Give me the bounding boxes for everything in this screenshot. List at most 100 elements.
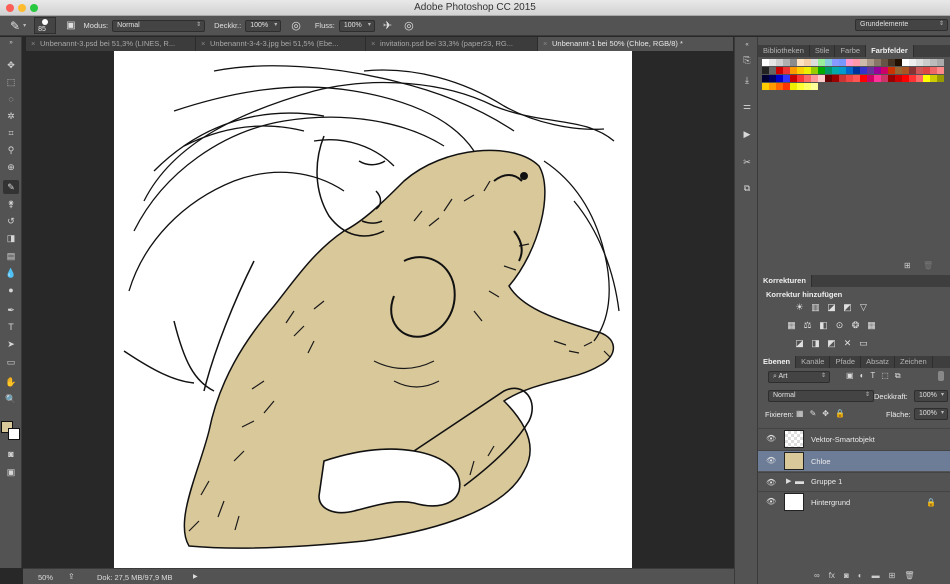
color-lookup-icon[interactable]: ▦ (866, 320, 877, 330)
opacity-field[interactable]: 100% ▾ (245, 19, 282, 32)
color-swatch[interactable] (937, 59, 944, 66)
dodge-tool-icon[interactable]: ● (3, 283, 19, 297)
visibility-eye-icon[interactable]: 👁 (766, 456, 776, 465)
color-swatch[interactable] (916, 59, 923, 66)
expand-arrow-icon[interactable]: ▶ (786, 477, 791, 485)
layer-row[interactable]: 👁 Hintergrund 🔒 (758, 491, 950, 514)
blend-mode-dropdown[interactable]: Normal ⇕ (768, 390, 874, 402)
color-swatch[interactable] (902, 59, 909, 66)
trash-icon[interactable]: 🗑 (904, 571, 914, 580)
screen-mode-icon[interactable]: ▣ (3, 465, 19, 479)
brush-tool-preset-icon[interactable]: ✎ (10, 19, 20, 33)
clone-stamp-tool-icon[interactable]: ⚵ (3, 197, 19, 211)
adjustment-layer-icon[interactable]: ◐ (858, 571, 863, 580)
color-swatch[interactable] (811, 59, 818, 66)
brush-tool-icon[interactable]: ✎ (3, 180, 19, 194)
close-tab-icon[interactable]: × (543, 39, 547, 48)
color-swatch[interactable] (888, 59, 895, 66)
color-swatch[interactable] (895, 75, 902, 82)
properties-panel-icon[interactable]: ⚌ (739, 99, 755, 113)
tab-swatches[interactable]: Farbfelder (866, 45, 914, 57)
color-swatch[interactable] (846, 75, 853, 82)
document-tab-active[interactable]: × Unbenannt-1 bei 50% (Chloe, RGB/8) * (538, 37, 734, 51)
color-swatch[interactable] (839, 59, 846, 66)
trash-icon[interactable]: 🗑 (923, 261, 933, 270)
color-swatch[interactable] (811, 83, 818, 90)
color-swatch[interactable] (790, 75, 797, 82)
layer-row[interactable]: 👁 Vektor-Smartobjekt (758, 428, 950, 449)
new-group-icon[interactable]: ▬ (872, 571, 880, 580)
adjustment-filter-icon[interactable]: ◐ (860, 371, 865, 381)
lock-all-icon[interactable]: 🔒 (835, 409, 845, 418)
shape-filter-icon[interactable]: ⬚ (881, 371, 889, 381)
marquee-tool-icon[interactable]: ⬚ (3, 75, 19, 89)
lasso-tool-icon[interactable]: ◌ (3, 92, 19, 106)
pressure-opacity-icon[interactable]: ◎ (291, 19, 301, 32)
tab-adjustments[interactable]: Korrekturen (758, 275, 812, 287)
color-swatch[interactable] (881, 75, 888, 82)
color-swatch[interactable] (923, 67, 930, 74)
tab-color[interactable]: Farbe (835, 45, 867, 57)
color-swatch[interactable] (804, 83, 811, 90)
layer-row-selected[interactable]: 👁 Chloe (758, 450, 950, 471)
close-tab-icon[interactable]: × (201, 39, 205, 48)
pixel-filter-icon[interactable]: ▣ (846, 371, 854, 381)
tab-paths[interactable]: Pfade (830, 356, 862, 368)
new-layer-icon[interactable]: ⊞ (889, 571, 896, 580)
color-swatch[interactable] (825, 59, 832, 66)
tab-channels[interactable]: Kanäle (796, 356, 831, 368)
tab-libraries[interactable]: Bibliotheken (758, 45, 810, 57)
color-swatch[interactable] (902, 75, 909, 82)
workspace-dropdown[interactable]: Grundelemente ⇕ (855, 19, 948, 31)
blur-tool-icon[interactable]: 💧 (3, 266, 19, 280)
color-swatch[interactable] (797, 75, 804, 82)
hand-tool-icon[interactable]: ✋ (3, 375, 19, 389)
color-swatch[interactable] (811, 67, 818, 74)
color-swatch[interactable] (762, 67, 769, 74)
visibility-eye-icon[interactable]: 👁 (766, 478, 776, 487)
curves-icon[interactable]: ◪ (826, 302, 837, 312)
add-mask-icon[interactable]: ◙ (844, 571, 849, 580)
color-swatch[interactable] (937, 75, 944, 82)
color-swatch[interactable] (811, 75, 818, 82)
color-swatch[interactable] (867, 59, 874, 66)
levels-icon[interactable]: ▥ (810, 302, 821, 312)
color-swatch[interactable] (832, 75, 839, 82)
rectangle-tool-icon[interactable]: ▭ (3, 355, 19, 369)
color-swatch[interactable] (783, 59, 790, 66)
color-swatch[interactable] (846, 67, 853, 74)
color-swatch[interactable] (776, 83, 783, 90)
color-swatch[interactable] (797, 67, 804, 74)
color-swatch[interactable] (888, 67, 895, 74)
mode-dropdown[interactable]: Normal ⇕ (112, 19, 206, 32)
clone-source-icon[interactable]: ⧉ (739, 181, 755, 195)
color-swatch[interactable] (860, 75, 867, 82)
gradient-map-icon[interactable]: ▭ (858, 338, 869, 348)
pen-tool-icon[interactable]: ✒ (3, 303, 19, 317)
color-swatch[interactable] (783, 67, 790, 74)
color-swatch[interactable] (860, 59, 867, 66)
play-icon[interactable]: ▶ (739, 127, 755, 141)
document-canvas[interactable] (114, 51, 632, 569)
color-swatch[interactable] (776, 59, 783, 66)
pressure-size-icon[interactable]: ◎ (404, 19, 414, 32)
color-balance-icon[interactable]: ⚖ (802, 320, 813, 330)
document-tab[interactable]: × Unbenannt-3-4-3.jpg bei 51,5% (Ebe... (196, 37, 366, 51)
color-swatch[interactable] (839, 75, 846, 82)
photo-filter-icon[interactable]: ⊙ (834, 320, 845, 330)
link-layers-icon[interactable]: ∞ (814, 571, 820, 580)
color-swatch[interactable] (881, 59, 888, 66)
move-tool-icon[interactable]: ✥ (3, 58, 19, 72)
color-swatch[interactable] (776, 67, 783, 74)
hue-saturation-icon[interactable]: ▦ (786, 320, 797, 330)
brush-size-picker[interactable]: 85 (34, 17, 57, 34)
color-swatch[interactable] (762, 83, 769, 90)
color-swatch[interactable] (790, 83, 797, 90)
color-swatch[interactable] (769, 59, 776, 66)
color-swatch[interactable] (888, 75, 895, 82)
color-swatch[interactable] (797, 59, 804, 66)
background-color-swatch[interactable] (8, 428, 20, 440)
selective-color-icon[interactable]: ✕ (842, 338, 853, 348)
share-icon[interactable]: ⇪ (68, 572, 75, 581)
color-swatch[interactable] (895, 59, 902, 66)
